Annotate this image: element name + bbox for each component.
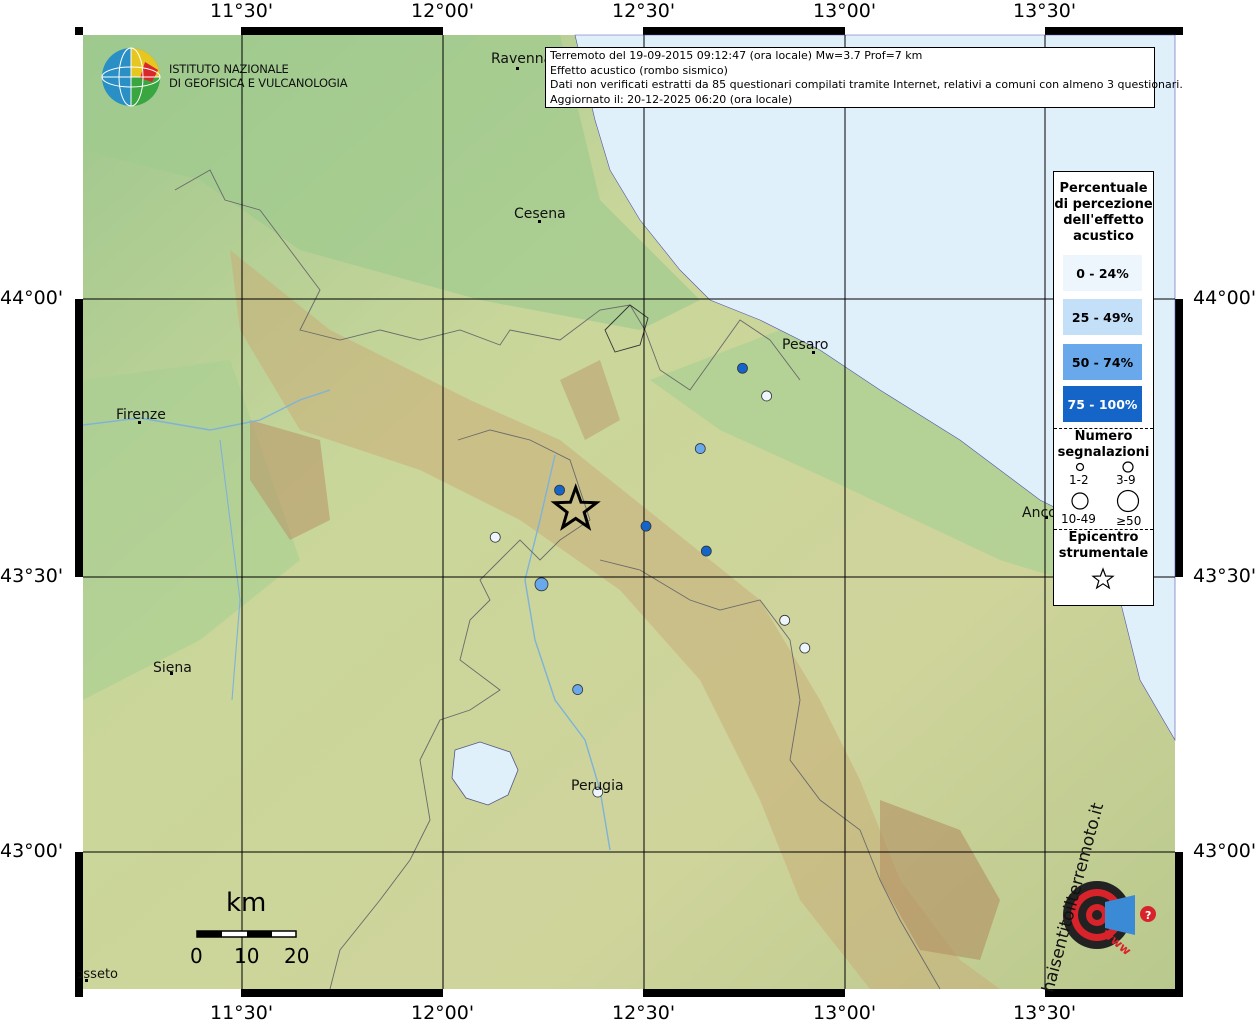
city-label-cesena: Cesena [514, 206, 566, 222]
lon-label-top: 12°30' [612, 0, 676, 22]
observation-point [779, 614, 791, 626]
observation-point [554, 484, 565, 496]
legend-class-box: 75 - 100% [1063, 386, 1142, 422]
city-label-pesaro: Pesaro [782, 337, 829, 353]
event-updated: Aggiornato il: 20-12-2025 06:20 (ora loc… [550, 92, 793, 106]
lat-label-right: 44°00' [1193, 287, 1256, 309]
city-label-firenze: Firenze [116, 407, 166, 423]
legend-count-title-line: Numero [1074, 429, 1133, 444]
lat-label-right: 43°30' [1193, 565, 1256, 587]
city-label-ravenna: Ravenna [491, 51, 553, 67]
size-symbol-3-9 [1122, 461, 1134, 473]
scale-bar [196, 930, 297, 938]
legend-panel: Percentuale di percezione dell'effetto a… [1053, 171, 1154, 606]
star-icon [1091, 567, 1115, 590]
observation-point [737, 362, 748, 374]
event-title: Terremoto del 19-09-2015 09:12:47 (ora l… [550, 49, 923, 62]
city-label-siena: Siena [153, 660, 192, 676]
size-symbol-10-49 [1071, 492, 1089, 510]
lon-label-top: 13°00' [813, 0, 877, 22]
institute-line: ISTITUTO NAZIONALE [169, 62, 289, 76]
svg-text:?: ? [1145, 909, 1151, 922]
observation-point [572, 684, 584, 695]
lat-label-right: 43°00' [1193, 840, 1256, 862]
observation-point [700, 545, 712, 557]
lon-label-top: 13°30' [1013, 0, 1077, 22]
event-info-box: Terremoto del 19-09-2015 09:12:47 (ora l… [545, 47, 1183, 108]
institute-name: ISTITUTO NAZIONALE DI GEOFISICA E VULCAN… [169, 62, 348, 90]
scale-tick: 20 [284, 944, 310, 968]
city-label-grosseto: Grosseto [78, 967, 118, 982]
lon-label-bottom: 12°30' [612, 1002, 676, 1024]
observation-point [534, 577, 549, 592]
lon-label-bottom: 11°30' [210, 1002, 274, 1024]
size-symbol-50 [1116, 489, 1140, 513]
legend-class-box: 0 - 24% [1063, 255, 1142, 291]
legend-class-box: 25 - 49% [1063, 299, 1142, 335]
legend-count-label: 3-9 [1116, 473, 1136, 487]
city-label-perugia: Perugia [571, 778, 624, 794]
observation-point [799, 642, 811, 654]
lon-label-bottom: 13°00' [813, 1002, 877, 1024]
legend-title-line: Percentuale [1059, 181, 1148, 196]
lon-label-top: 12°00' [411, 0, 475, 22]
scale-unit: km [226, 888, 267, 918]
legend-title-line: di percezione [1054, 197, 1153, 212]
ingv-logo-icon [101, 47, 161, 107]
legend-class-box: 50 - 74% [1063, 344, 1142, 380]
legend-count-label: 1-2 [1069, 473, 1089, 487]
observation-point [761, 390, 773, 402]
legend-epicenter-title: Epicentro strumentale [1054, 530, 1153, 562]
legend-epicenter-title-line: Epicentro [1068, 530, 1139, 545]
lat-label-left: 43°30' [0, 565, 64, 587]
legend-title: Percentuale di percezione dell'effetto a… [1054, 181, 1153, 245]
observation-point [640, 520, 652, 532]
lon-label-top: 11°30' [210, 0, 274, 22]
legend-count-label: ≥50 [1116, 514, 1142, 528]
lon-label-bottom: 12°00' [411, 1002, 475, 1024]
legend-epicenter-title-line: strumentale [1058, 546, 1149, 561]
event-parameter: Effetto acustico (rombo sismico) [550, 63, 728, 77]
city-label-grosseto-text: Grosseto [78, 967, 118, 982]
event-data-note: Dati non verificati estratti da 85 quest… [550, 78, 1183, 91]
institute-line: DI GEOFISICA E VULCANOLOGIA [169, 75, 348, 90]
scale-tick: 10 [234, 944, 260, 968]
legend-title-line: acustico [1073, 229, 1134, 244]
legend-count-label: 10-49 [1061, 512, 1096, 526]
size-symbol-1-2 [1075, 462, 1085, 472]
lat-label-left: 43°00' [0, 840, 64, 862]
scale-tick: 0 [190, 944, 203, 968]
observation-point [694, 443, 706, 454]
observation-point [489, 531, 501, 543]
lon-label-bottom: 13°30' [1013, 1002, 1077, 1024]
lat-label-left: 44°00' [0, 287, 64, 309]
legend-title-line: dell'effetto [1063, 213, 1144, 228]
